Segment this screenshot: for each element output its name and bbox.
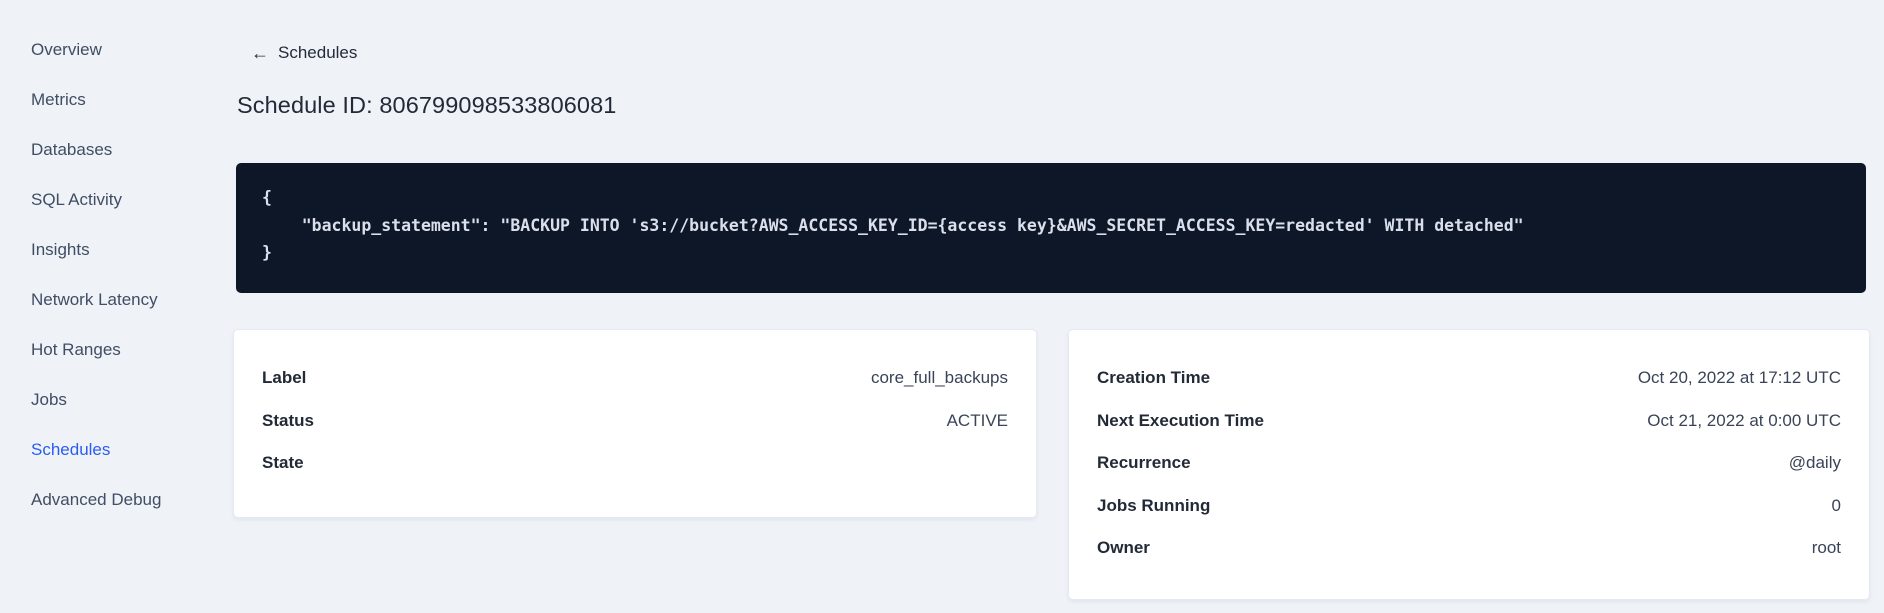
sidebar-item-hot-ranges[interactable]: Hot Ranges: [31, 340, 225, 390]
sidebar-item-jobs[interactable]: Jobs: [31, 390, 225, 440]
sidebar-item-overview[interactable]: Overview: [31, 40, 225, 90]
detail-value: @daily: [1788, 453, 1841, 472]
detail-value: root: [1811, 538, 1841, 557]
detail-value: core_full_backups: [870, 368, 1008, 387]
detail-row-owner: Owner root: [1097, 538, 1841, 581]
detail-label: Status: [262, 410, 314, 430]
detail-row-creation-time: Creation Time Oct 20, 2022 at 17:12 UTC: [1097, 368, 1841, 411]
detail-label: Recurrence: [1097, 453, 1191, 472]
sidebar-nav: Overview Metrics Databases SQL Activity …: [0, 0, 225, 613]
sidebar-item-databases[interactable]: Databases: [31, 140, 225, 190]
sidebar-item-insights[interactable]: Insights: [31, 240, 225, 290]
sidebar-item-sql-activity[interactable]: SQL Activity: [31, 190, 225, 240]
detail-row-status: Status ACTIVE: [262, 411, 1008, 454]
detail-value: ACTIVE: [946, 410, 1008, 430]
detail-label: State: [262, 453, 304, 472]
detail-row-state: State: [262, 453, 1008, 496]
detail-value: Oct 21, 2022 at 0:00 UTC: [1647, 410, 1841, 430]
detail-value: Oct 20, 2022 at 17:12 UTC: [1637, 368, 1841, 387]
page-title: Schedule ID: 806799098533806081: [237, 92, 617, 118]
sidebar-nav-list: Overview Metrics Databases SQL Activity …: [0, 0, 225, 540]
detail-label: Next Execution Time: [1097, 410, 1264, 430]
detail-row-jobs-running: Jobs Running 0: [1097, 496, 1841, 539]
arrow-left-icon: ←: [251, 43, 269, 63]
detail-label: Creation Time: [1097, 368, 1211, 387]
detail-label: Label: [262, 368, 307, 387]
detail-value: 0: [1831, 495, 1841, 515]
execution-details-card: Creation Time Oct 20, 2022 at 17:12 UTC …: [1068, 329, 1870, 600]
back-to-schedules-link[interactable]: ← Schedules: [251, 43, 357, 63]
sidebar-item-schedules[interactable]: Schedules: [31, 440, 225, 490]
schedule-statement-code-block: { "backup_statement": "BACKUP INTO 's3:/…: [236, 163, 1866, 293]
detail-label: Jobs Running: [1097, 495, 1211, 515]
sidebar-item-network-latency[interactable]: Network Latency: [31, 290, 225, 340]
schedule-details-card: Label core_full_backups Status ACTIVE St…: [233, 329, 1037, 518]
sidebar-item-metrics[interactable]: Metrics: [31, 90, 225, 140]
back-link-label: Schedules: [278, 43, 358, 62]
detail-row-label: Label core_full_backups: [262, 368, 1008, 411]
sidebar-item-advanced-debug[interactable]: Advanced Debug: [31, 490, 225, 540]
detail-row-recurrence: Recurrence @daily: [1097, 453, 1841, 496]
detail-label: Owner: [1097, 538, 1150, 557]
backup-statement-code: { "backup_statement": "BACKUP INTO 's3:/…: [262, 188, 1524, 262]
detail-row-next-execution-time: Next Execution Time Oct 21, 2022 at 0:00…: [1097, 411, 1841, 454]
